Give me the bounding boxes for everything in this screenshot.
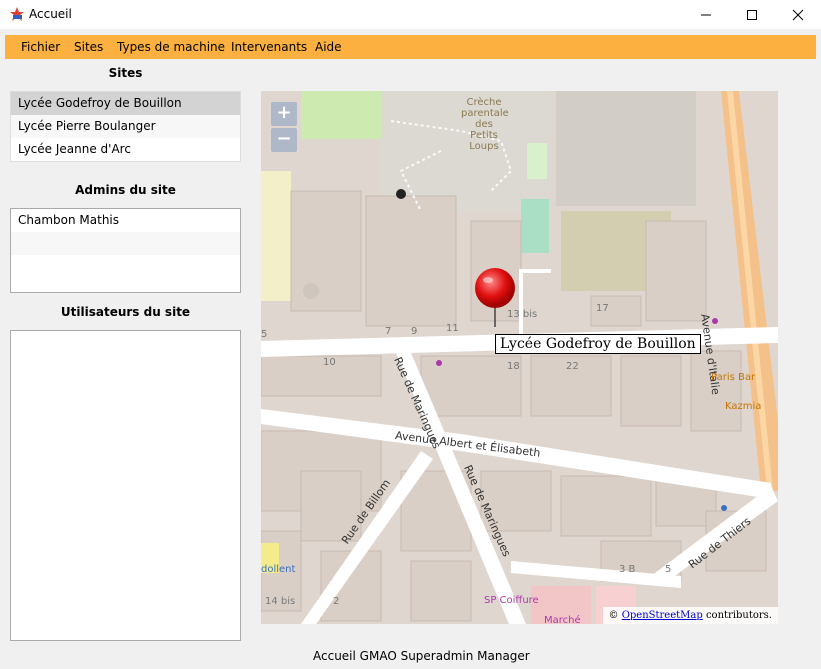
openstreetmap-link[interactable]: OpenStreetMap	[622, 610, 703, 621]
house-number: 14 bis	[265, 596, 296, 607]
marker-tooltip: Lycée Godefroy de Bouillon	[495, 334, 701, 354]
house-number: 9	[411, 326, 418, 337]
window-title: Accueil	[29, 7, 72, 21]
menu-aide[interactable]: Aide	[315, 40, 342, 54]
status-text: Accueil GMAO Superadmin Manager	[313, 649, 530, 663]
title-bar: Accueil	[0, 0, 821, 29]
house-number: 10	[323, 357, 336, 368]
users-list[interactable]	[10, 330, 241, 641]
house-number: 17	[596, 303, 609, 314]
zoom-out-button[interactable]: −	[271, 128, 297, 152]
menu-intervenants[interactable]: Intervenants	[231, 40, 307, 54]
menu-sites[interactable]: Sites	[74, 40, 103, 54]
menu-bar: Fichier Sites Types de machine Intervena…	[5, 35, 816, 59]
map-tiles	[261, 91, 778, 624]
attribution-prefix: ©	[608, 610, 622, 621]
admin-empty-row	[11, 255, 240, 278]
site-item[interactable]: Lycée Godefroy de Bouillon	[11, 92, 240, 115]
house-number: 22	[566, 361, 579, 372]
site-item[interactable]: Lycée Pierre Boulanger	[11, 115, 240, 138]
zoom-in-button[interactable]: +	[271, 102, 297, 126]
map-marker-icon[interactable]	[473, 267, 517, 329]
sites-list[interactable]: Lycée Godefroy de Bouillon Lycée Pierre …	[10, 91, 241, 162]
maximize-icon	[747, 9, 757, 20]
app-icon	[10, 7, 24, 21]
users-heading: Utilisateurs du site	[60, 305, 191, 319]
sites-heading: Sites	[108, 66, 143, 80]
maximize-button[interactable]	[729, 0, 775, 29]
creche-label: Crèche parentale des Petits Loups	[461, 97, 509, 152]
house-number: 2	[333, 596, 340, 607]
house-number: 3 B	[619, 564, 636, 575]
minimize-icon	[701, 14, 711, 15]
house-number: 5	[665, 564, 672, 575]
house-number: 5	[261, 329, 268, 340]
marche-label: Marché	[544, 615, 581, 624]
admins-heading: Admins du site	[75, 183, 176, 197]
minimize-button[interactable]	[683, 0, 729, 29]
menu-types-de-machine[interactable]: Types de machine	[117, 40, 225, 54]
admin-empty-row	[11, 232, 240, 255]
map-attribution: © OpenStreetMap contributors.	[602, 607, 778, 624]
site-item[interactable]: Lycée Jeanne d'Arc	[11, 138, 240, 161]
menu-fichier[interactable]: Fichier	[21, 40, 60, 54]
kazmia-label: Kazmia	[725, 401, 762, 412]
house-number: 18	[507, 361, 520, 372]
admin-item[interactable]: Chambon Mathis	[11, 209, 240, 232]
attribution-suffix: contributors.	[702, 610, 772, 621]
park-area	[301, 91, 381, 139]
map-view[interactable]: Crèche parentale des Petits Loups Avenue…	[261, 91, 778, 624]
admins-list[interactable]: Chambon Mathis	[10, 208, 241, 293]
sp-coiffure-label: SP Coiffure	[484, 595, 539, 606]
dollent-label: dollent	[261, 564, 296, 575]
close-icon	[792, 9, 804, 20]
house-number: 7	[385, 326, 392, 337]
paris-bar-label: Paris Bar	[711, 372, 756, 383]
house-number: 11	[446, 323, 459, 334]
close-button[interactable]	[775, 0, 821, 29]
